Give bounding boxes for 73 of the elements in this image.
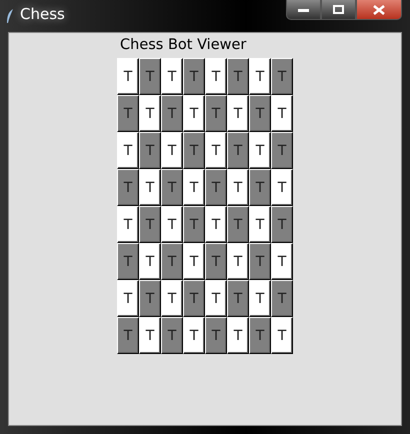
board-square[interactable]: T	[249, 206, 271, 243]
board-square[interactable]: T	[139, 317, 161, 354]
board-square[interactable]: T	[183, 58, 205, 95]
board-square[interactable]: T	[161, 58, 183, 95]
board-square[interactable]: T	[117, 58, 139, 95]
board-square[interactable]: T	[227, 169, 249, 206]
board-square[interactable]: T	[183, 243, 205, 280]
board-square[interactable]: T	[227, 317, 249, 354]
board-square[interactable]: T	[271, 169, 293, 206]
window-title: Chess	[20, 5, 65, 23]
board-square[interactable]: T	[139, 132, 161, 169]
board-square[interactable]: T	[139, 95, 161, 132]
board-square[interactable]: T	[117, 95, 139, 132]
board-square[interactable]: T	[139, 58, 161, 95]
board-square[interactable]: T	[227, 132, 249, 169]
board-square[interactable]: T	[227, 280, 249, 317]
board-square[interactable]: T	[161, 206, 183, 243]
board-square[interactable]: T	[271, 58, 293, 95]
board-square[interactable]: T	[183, 95, 205, 132]
minimize-button[interactable]	[286, 0, 321, 20]
board-square[interactable]: T	[227, 58, 249, 95]
board-square[interactable]: T	[249, 317, 271, 354]
board-square[interactable]: T	[205, 280, 227, 317]
board-square[interactable]: T	[139, 243, 161, 280]
close-button[interactable]	[356, 0, 402, 20]
board-square[interactable]: T	[249, 132, 271, 169]
board-square[interactable]: T	[249, 243, 271, 280]
board-square[interactable]: T	[117, 169, 139, 206]
board-square[interactable]: T	[161, 132, 183, 169]
close-icon	[373, 4, 385, 14]
board-square[interactable]: T	[227, 243, 249, 280]
feather-icon	[6, 9, 14, 23]
board-square[interactable]: T	[117, 243, 139, 280]
board-square[interactable]: T	[117, 132, 139, 169]
board-square[interactable]: T	[249, 169, 271, 206]
board-square[interactable]: T	[271, 243, 293, 280]
board-square[interactable]: T	[183, 206, 205, 243]
board-square[interactable]: T	[139, 169, 161, 206]
board-square[interactable]: T	[227, 206, 249, 243]
board-square[interactable]: T	[161, 169, 183, 206]
board-square[interactable]: T	[271, 95, 293, 132]
board-square[interactable]: T	[227, 95, 249, 132]
board-square[interactable]: T	[183, 317, 205, 354]
board-square[interactable]: T	[183, 169, 205, 206]
board-square[interactable]: T	[117, 317, 139, 354]
board-square[interactable]: T	[271, 317, 293, 354]
minimize-icon	[298, 8, 309, 12]
board-square[interactable]: T	[205, 317, 227, 354]
board-square[interactable]: T	[271, 206, 293, 243]
board-square[interactable]: T	[183, 280, 205, 317]
maximize-button[interactable]	[321, 0, 356, 20]
board-square[interactable]: T	[271, 132, 293, 169]
board-square[interactable]: T	[205, 169, 227, 206]
board-square[interactable]: T	[205, 243, 227, 280]
board-square[interactable]: T	[139, 206, 161, 243]
board-square[interactable]: T	[161, 280, 183, 317]
board-square[interactable]: T	[161, 243, 183, 280]
board-square[interactable]: T	[117, 206, 139, 243]
maximize-icon	[333, 5, 344, 14]
board-square[interactable]: T	[249, 58, 271, 95]
board-square[interactable]: T	[249, 280, 271, 317]
board-square[interactable]: T	[161, 95, 183, 132]
board-square[interactable]: T	[205, 95, 227, 132]
board-square[interactable]: T	[117, 280, 139, 317]
app-heading: Chess Bot Viewer	[120, 36, 246, 54]
board-square[interactable]: T	[205, 58, 227, 95]
board-square[interactable]: T	[205, 132, 227, 169]
board-square[interactable]: T	[161, 317, 183, 354]
board-square[interactable]: T	[139, 280, 161, 317]
board-square[interactable]: T	[249, 95, 271, 132]
board-square[interactable]: T	[205, 206, 227, 243]
board-square[interactable]: T	[183, 132, 205, 169]
board-square[interactable]: T	[271, 280, 293, 317]
